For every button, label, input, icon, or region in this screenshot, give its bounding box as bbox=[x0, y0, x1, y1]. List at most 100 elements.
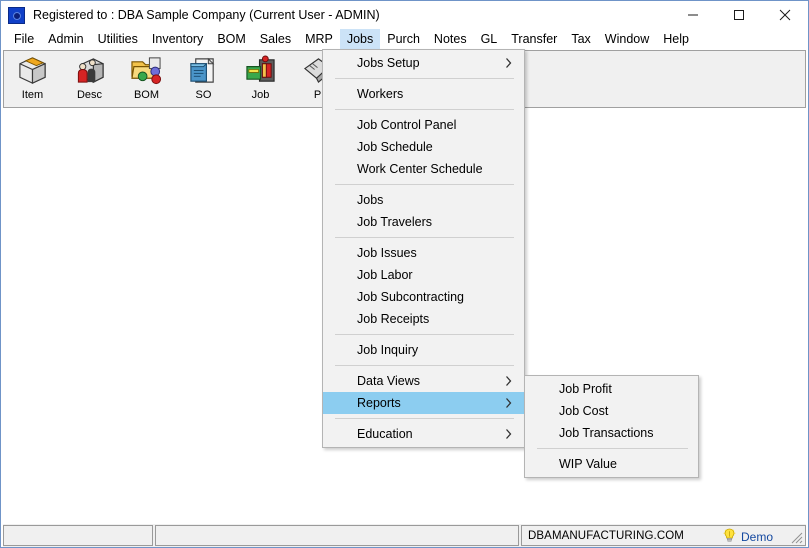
reports-submenu: Job Profit Job Cost Job Transactions WIP Va… bbox=[524, 375, 699, 478]
toolbar-button-label: BOM bbox=[133, 89, 160, 101]
menu-bar: File Admin Utilities Inventory BOM Sales MRP Jo… bbox=[1, 29, 808, 49]
menu-item-label: Job Cost bbox=[559, 404, 609, 418]
menubar-item-label: Admin bbox=[48, 32, 84, 46]
menu-separator bbox=[335, 78, 514, 79]
menubar-item-label: Window bbox=[604, 32, 650, 46]
menu-item-job-travelers[interactable]: Job Travelers bbox=[323, 211, 524, 233]
menu-item-label: WIP Value bbox=[559, 457, 617, 471]
toolbar-button-so[interactable]: SO bbox=[175, 51, 232, 107]
menu-separator bbox=[335, 237, 514, 238]
menu-item-label: Job Control Panel bbox=[357, 118, 457, 132]
menu-item-jobs[interactable]: Jobs bbox=[323, 189, 524, 211]
menubar-item-file[interactable]: File bbox=[7, 29, 41, 49]
toolbar-button-label: Desc bbox=[76, 89, 103, 101]
menubar-item-admin[interactable]: Admin bbox=[41, 29, 90, 49]
close-icon[interactable] bbox=[762, 1, 808, 29]
menubar-item-notes[interactable]: Notes bbox=[427, 29, 474, 49]
app-gear-icon[interactable] bbox=[8, 6, 25, 24]
toolbar-button-desc[interactable]: Desc bbox=[61, 51, 118, 107]
menu-item-job-cost[interactable]: Job Cost bbox=[525, 400, 698, 422]
chevron-right-icon bbox=[505, 398, 512, 409]
toolbar-button-label: Job bbox=[251, 89, 270, 101]
menubar-item-label: Inventory bbox=[151, 32, 204, 46]
menu-item-job-inquiry[interactable]: Job Inquiry bbox=[323, 339, 524, 361]
menubar-item-sales[interactable]: Sales bbox=[253, 29, 298, 49]
descriptor-people-box-icon bbox=[73, 55, 106, 86]
toolbar-button-item[interactable]: Item bbox=[4, 51, 61, 107]
menu-item-job-transactions[interactable]: Job Transactions bbox=[525, 422, 698, 444]
status-panel-3: DBAMANUFACTURING.COM Demo bbox=[521, 525, 806, 546]
toolbar-button-job[interactable]: Job bbox=[232, 51, 289, 107]
toolbar-button-label: Item bbox=[21, 89, 44, 101]
menu-item-label: Data Views bbox=[357, 374, 420, 388]
menu-item-job-issues[interactable]: Job Issues bbox=[323, 242, 524, 264]
menu-item-education[interactable]: Education bbox=[323, 423, 524, 445]
menubar-item-purch[interactable]: Purch bbox=[380, 29, 427, 49]
menu-item-job-receipts[interactable]: Job Receipts bbox=[323, 308, 524, 330]
menu-item-label: Job Travelers bbox=[357, 215, 433, 229]
chevron-right-icon bbox=[505, 429, 512, 440]
menubar-item-label: Jobs bbox=[346, 32, 374, 46]
menu-item-label: Education bbox=[357, 427, 413, 441]
toolbar-button-bom[interactable]: BOM bbox=[118, 51, 175, 107]
sales-order-notepad-icon bbox=[187, 55, 220, 86]
bom-folder-icon bbox=[130, 55, 163, 86]
menubar-item-mrp[interactable]: MRP bbox=[298, 29, 340, 49]
menubar-item-label: GL bbox=[480, 32, 498, 46]
menu-separator bbox=[335, 109, 514, 110]
menubar-item-label: MRP bbox=[305, 32, 333, 46]
menubar-item-transfer[interactable]: Transfer bbox=[504, 29, 564, 49]
menu-item-job-control-panel[interactable]: Job Control Panel bbox=[323, 114, 524, 136]
menubar-item-label: File bbox=[14, 32, 35, 46]
menubar-item-label: Transfer bbox=[511, 32, 558, 46]
menu-item-work-center-schedule[interactable]: Work Center Schedule bbox=[323, 158, 524, 180]
menubar-item-bom[interactable]: BOM bbox=[210, 29, 252, 49]
menu-item-label: Job Subcontracting bbox=[357, 290, 465, 304]
menu-item-label: Job Transactions bbox=[559, 426, 654, 440]
maximize-icon[interactable] bbox=[716, 1, 762, 29]
menubar-item-tax[interactable]: Tax bbox=[564, 29, 597, 49]
menu-separator bbox=[335, 365, 514, 366]
menu-item-label: Job Issues bbox=[357, 246, 417, 260]
menubar-item-help[interactable]: Help bbox=[656, 29, 696, 49]
menu-item-job-schedule[interactable]: Job Schedule bbox=[323, 136, 524, 158]
menu-item-label: Job Inquiry bbox=[357, 343, 419, 357]
minimize-icon[interactable] bbox=[670, 1, 716, 29]
demo-indicator[interactable]: Demo bbox=[723, 526, 773, 546]
status-site-label: DBAMANUFACTURING.COM bbox=[528, 529, 684, 542]
menubar-item-label: Help bbox=[663, 32, 689, 46]
menubar-item-label: Notes bbox=[433, 32, 467, 46]
menu-item-label: Jobs Setup bbox=[357, 56, 420, 70]
menu-separator bbox=[537, 448, 688, 449]
menu-item-jobs-setup[interactable]: Jobs Setup bbox=[323, 52, 524, 74]
toolbar-button-label: SO bbox=[195, 89, 212, 101]
menu-item-reports[interactable]: Reports bbox=[323, 392, 524, 414]
menu-item-job-subcontracting[interactable]: Job Subcontracting bbox=[323, 286, 524, 308]
menubar-item-label: BOM bbox=[217, 32, 246, 46]
menu-item-workers[interactable]: Workers bbox=[323, 83, 524, 105]
menubar-item-label: Utilities bbox=[97, 32, 138, 46]
menu-item-job-profit[interactable]: Job Profit bbox=[525, 378, 698, 400]
menubar-item-utilities[interactable]: Utilities bbox=[91, 29, 145, 49]
menu-item-job-labor[interactable]: Job Labor bbox=[323, 264, 524, 286]
menubar-item-window[interactable]: Window bbox=[598, 29, 656, 49]
menubar-item-label: Sales bbox=[259, 32, 292, 46]
menu-item-wip-value[interactable]: WIP Value bbox=[525, 453, 698, 475]
chevron-right-icon bbox=[505, 376, 512, 387]
menu-separator bbox=[335, 334, 514, 335]
menubar-item-inventory[interactable]: Inventory bbox=[145, 29, 210, 49]
lightbulb-icon bbox=[723, 528, 736, 546]
toolbar-button-label: P bbox=[313, 89, 322, 101]
status-bar: DBAMANUFACTURING.COM Demo bbox=[3, 524, 806, 547]
menu-item-data-views[interactable]: Data Views bbox=[323, 370, 524, 392]
resize-grip-icon[interactable] bbox=[789, 530, 803, 544]
menu-item-label: Jobs bbox=[357, 193, 384, 207]
menu-item-label: Workers bbox=[357, 87, 404, 101]
menu-item-label: Work Center Schedule bbox=[357, 162, 483, 176]
job-machine-icon bbox=[244, 55, 277, 86]
menubar-item-jobs[interactable]: Jobs bbox=[339, 29, 381, 49]
menu-item-label: Job Schedule bbox=[357, 140, 433, 154]
title-bar: Registered to : DBA Sample Company (Curr… bbox=[1, 1, 808, 29]
menubar-item-gl[interactable]: GL bbox=[474, 29, 505, 49]
status-panel-1 bbox=[3, 525, 153, 546]
